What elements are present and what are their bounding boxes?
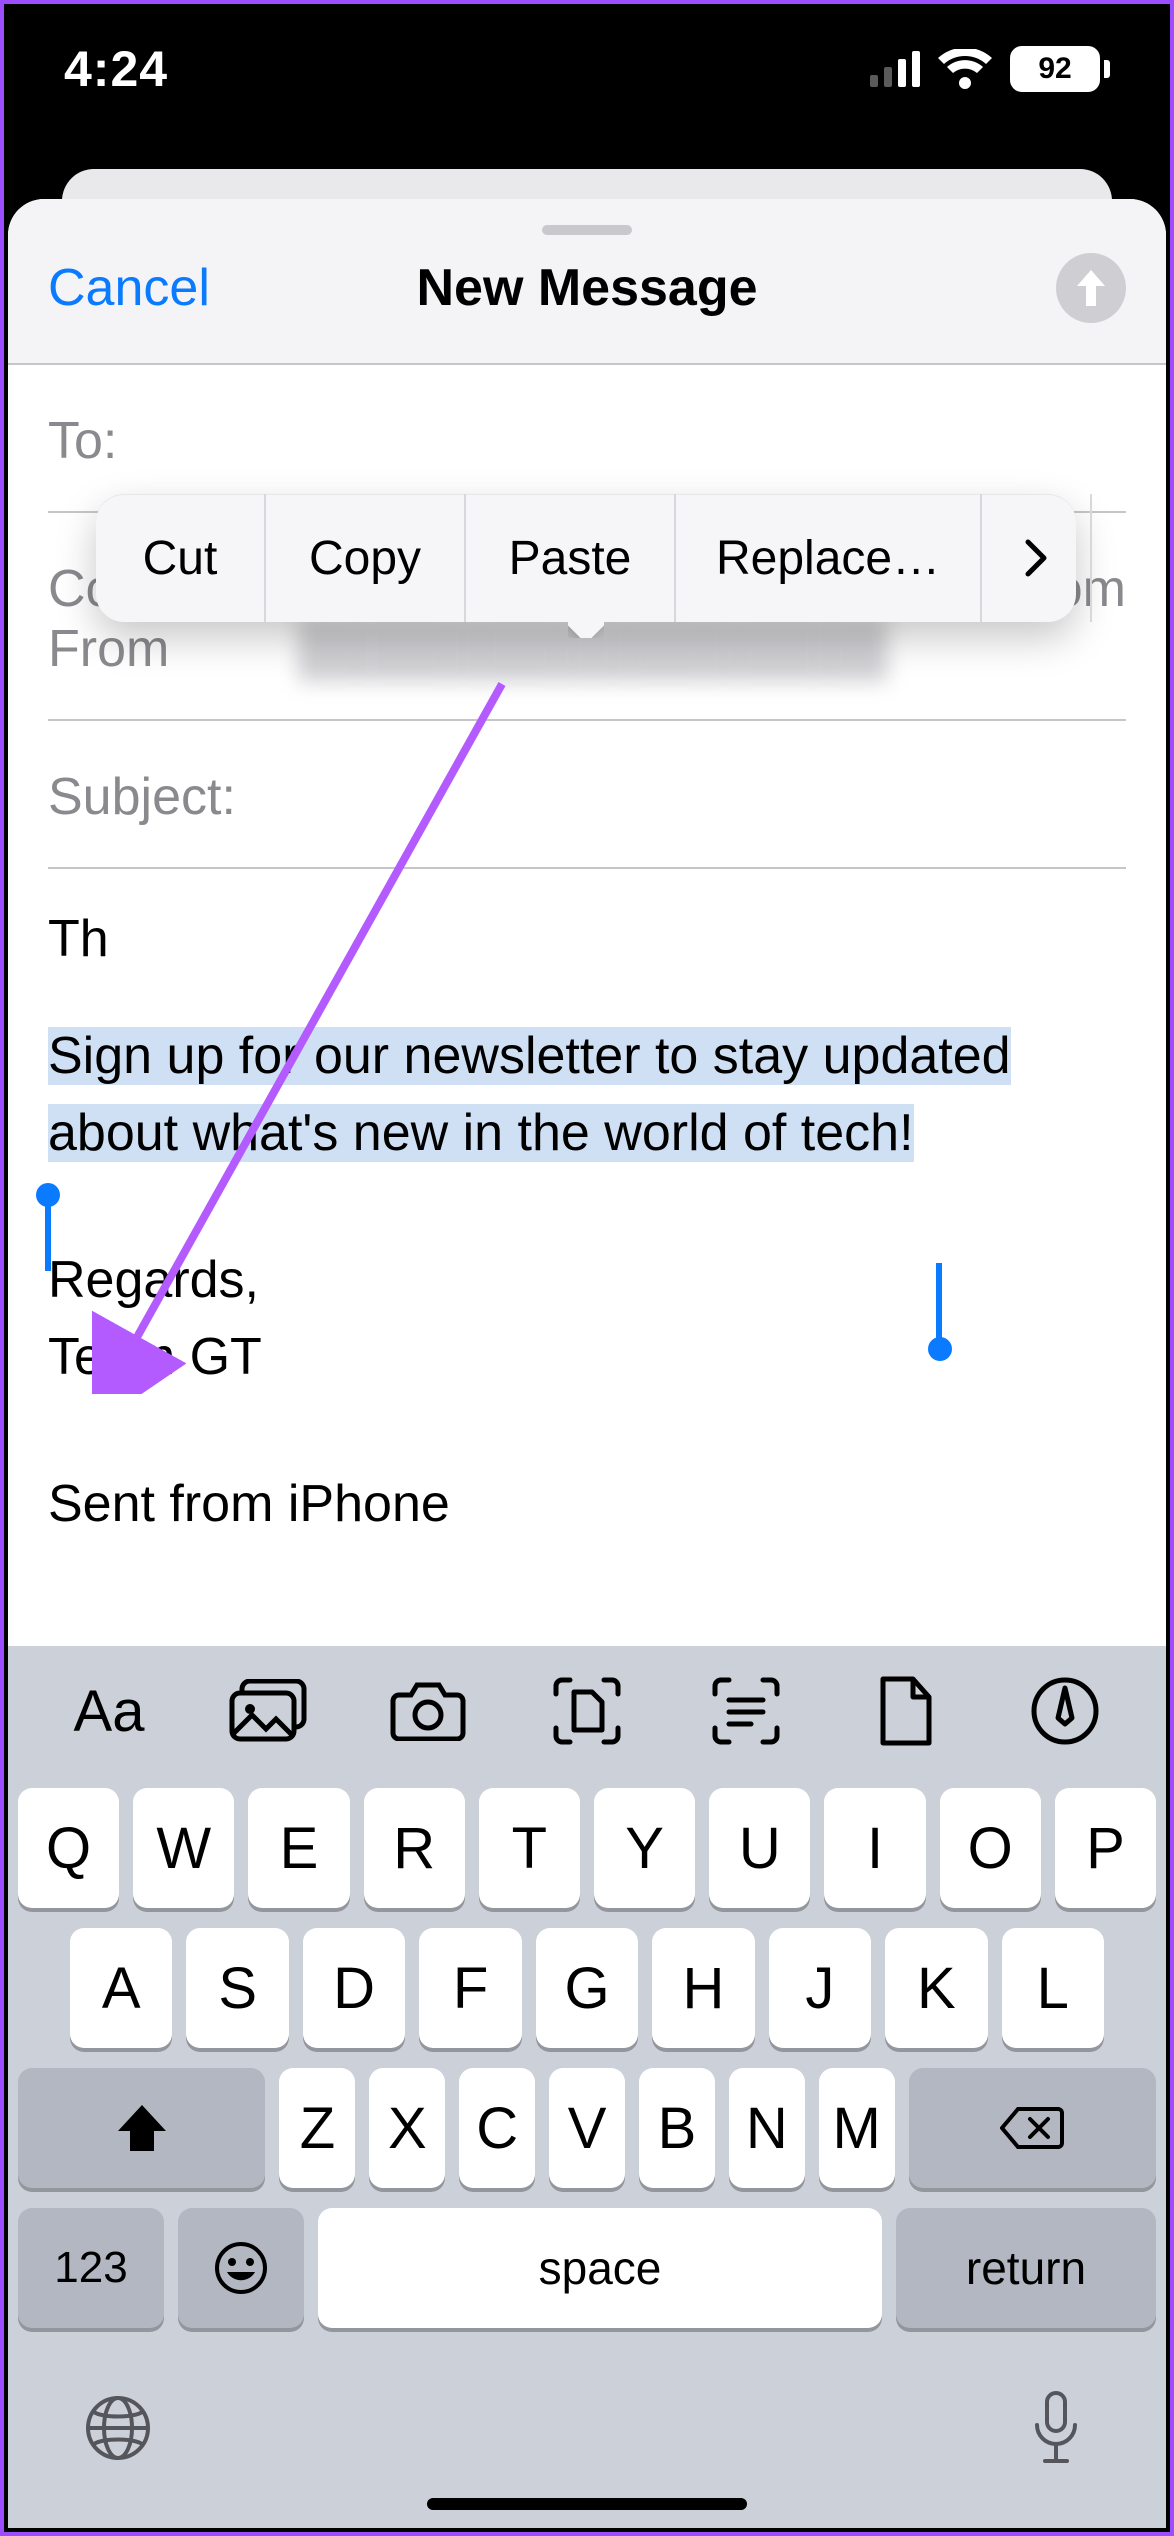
selection-handle-end[interactable] <box>928 1337 952 1361</box>
key-y[interactable]: Y <box>594 1788 695 1908</box>
chevron-right-icon <box>1024 538 1048 578</box>
edit-menu-replace[interactable]: Replace… <box>676 494 982 622</box>
markup-icon <box>1030 1676 1100 1746</box>
space-key[interactable]: space <box>318 2208 882 2328</box>
send-button[interactable] <box>1056 253 1126 323</box>
edit-menu: Cut Copy Paste Replace… <box>96 494 1076 622</box>
backspace-key[interactable] <box>909 2068 1156 2188</box>
numbers-key[interactable]: 123 <box>18 2208 164 2328</box>
keyboard-toolbar: Aa <box>8 1646 1166 1776</box>
key-n[interactable]: N <box>729 2068 805 2188</box>
attach-document-button[interactable] <box>851 1669 961 1753</box>
body-line-1: Th <box>48 901 1126 978</box>
cellular-icon <box>870 51 920 87</box>
to-label: To: <box>48 411 117 471</box>
keyboard-keys: QWERTYUIOP ASDFGHJKL ZXCVBNM 123 space r… <box>8 1776 1166 2328</box>
key-r[interactable]: R <box>364 1788 465 1908</box>
text-format-button[interactable]: Aa <box>54 1669 164 1753</box>
battery-indicator: 92 <box>1010 46 1110 92</box>
globe-key[interactable] <box>68 2378 168 2478</box>
key-p[interactable]: P <box>1055 1788 1156 1908</box>
key-i[interactable]: I <box>824 1788 925 1908</box>
photo-library-button[interactable] <box>213 1669 323 1753</box>
globe-icon <box>82 2392 154 2464</box>
sheet-header: Cancel New Message <box>8 199 1166 365</box>
return-key[interactable]: return <box>896 2208 1156 2328</box>
keyboard: Aa QWERTYUIOP ASDFGHJKL <box>8 1646 1166 2528</box>
wifi-icon <box>938 49 992 89</box>
key-f[interactable]: F <box>419 1928 521 2048</box>
camera-icon <box>389 1681 467 1741</box>
scan-document-icon <box>552 1676 622 1746</box>
scan-text-button[interactable] <box>691 1669 801 1753</box>
sent-from-line: Sent from iPhone <box>48 1466 1126 1543</box>
subject-field[interactable]: Subject: <box>48 721 1126 869</box>
key-j[interactable]: J <box>769 1928 871 2048</box>
status-bar: 4:24 92 <box>4 4 1170 134</box>
cancel-button[interactable]: Cancel <box>48 258 210 318</box>
sheet-grabber[interactable] <box>542 225 632 235</box>
subject-label: Subject: <box>48 767 236 827</box>
key-x[interactable]: X <box>369 2068 445 2188</box>
edit-menu-cut[interactable]: Cut <box>96 494 266 622</box>
shift-icon <box>116 2103 168 2153</box>
key-m[interactable]: M <box>819 2068 895 2188</box>
key-k[interactable]: K <box>885 1928 987 2048</box>
battery-percent: 92 <box>1010 46 1100 92</box>
key-e[interactable]: E <box>248 1788 349 1908</box>
key-t[interactable]: T <box>479 1788 580 1908</box>
arrow-up-icon <box>1073 268 1109 308</box>
camera-button[interactable] <box>373 1669 483 1753</box>
edit-menu-paste[interactable]: Paste <box>466 494 676 622</box>
document-icon <box>877 1675 935 1747</box>
selected-text: Sign up for our newsletter to stay updat… <box>48 1027 1011 1162</box>
home-indicator[interactable] <box>427 2498 747 2510</box>
status-right: 92 <box>870 46 1110 92</box>
photo-library-icon <box>228 1679 308 1743</box>
microphone-icon <box>1031 2389 1081 2467</box>
key-u[interactable]: U <box>709 1788 810 1908</box>
key-q[interactable]: Q <box>18 1788 119 1908</box>
shift-key[interactable] <box>18 2068 265 2188</box>
edit-menu-more[interactable] <box>982 494 1092 622</box>
key-z[interactable]: Z <box>279 2068 355 2188</box>
scan-document-button[interactable] <box>532 1669 642 1753</box>
key-d[interactable]: D <box>303 1928 405 2048</box>
key-c[interactable]: C <box>459 2068 535 2188</box>
markup-button[interactable] <box>1010 1669 1120 1753</box>
key-v[interactable]: V <box>549 2068 625 2188</box>
signature-regards: Regards, <box>48 1242 1126 1319</box>
key-b[interactable]: B <box>639 2068 715 2188</box>
key-s[interactable]: S <box>186 1928 288 2048</box>
scan-text-icon <box>711 1676 781 1746</box>
to-field[interactable]: To: <box>48 365 1126 513</box>
key-w[interactable]: W <box>133 1788 234 1908</box>
emoji-icon <box>213 2240 269 2296</box>
signature-team: Team GT <box>48 1319 1126 1396</box>
compose-body[interactable]: Th Sign up for our newsletter to stay up… <box>8 869 1166 1543</box>
key-o[interactable]: O <box>940 1788 1041 1908</box>
status-time: 4:24 <box>64 40 168 98</box>
key-g[interactable]: G <box>536 1928 638 2048</box>
key-h[interactable]: H <box>652 1928 754 2048</box>
emoji-key[interactable] <box>178 2208 304 2328</box>
dictation-key[interactable] <box>1006 2378 1106 2478</box>
key-a[interactable]: A <box>70 1928 172 2048</box>
backspace-icon <box>1000 2105 1064 2151</box>
key-l[interactable]: L <box>1002 1928 1104 2048</box>
edit-menu-copy[interactable]: Copy <box>266 494 466 622</box>
selected-text-block[interactable]: Sign up for our newsletter to stay updat… <box>48 1027 1011 1162</box>
